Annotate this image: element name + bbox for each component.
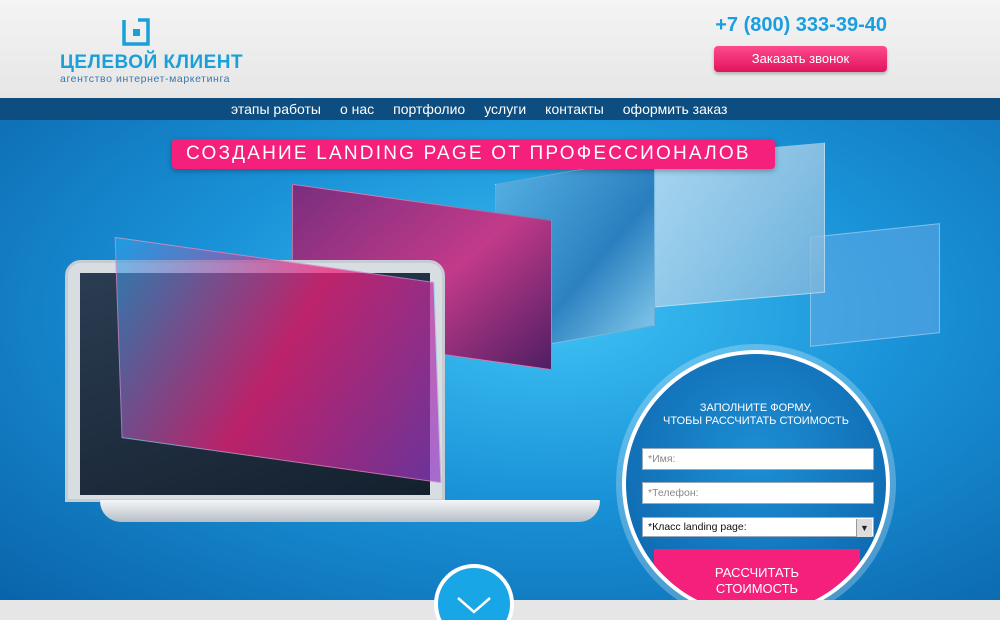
nav-item-order[interactable]: оформить заказ bbox=[623, 98, 728, 120]
phone-number[interactable]: +7 (800) 333-39-40 bbox=[715, 14, 887, 37]
phone-input[interactable]: *Телефон: bbox=[642, 482, 874, 504]
nav-list: этапы работы о нас портфолио услуги конт… bbox=[231, 98, 727, 120]
chevron-down-icon bbox=[457, 597, 491, 614]
nav-item-portfolio[interactable]: портфолио bbox=[393, 98, 465, 120]
order-call-button[interactable]: Заказать звонок bbox=[714, 46, 887, 72]
calculate-button[interactable]: РАССЧИТАТЬ СТОИМОСТЬ bbox=[654, 549, 860, 600]
laptop-base bbox=[100, 500, 600, 522]
select-arrow-icon[interactable]: ▼ bbox=[856, 519, 872, 537]
hero-section: СОЗДАНИЕ LANDING PAGE ОТ ПРОФЕССИОНАЛОВ … bbox=[0, 120, 1000, 600]
class-select[interactable]: *Класс landing page: ▼ bbox=[642, 517, 874, 537]
nav-item-stages[interactable]: этапы работы bbox=[231, 98, 321, 120]
scroll-down-button[interactable] bbox=[434, 564, 514, 620]
main-nav: этапы работы о нас портфолио услуги конт… bbox=[0, 98, 1000, 120]
class-select-value: *Класс landing page: bbox=[648, 521, 747, 533]
brand-tagline: агентство интернет-маркетинга bbox=[60, 73, 231, 85]
logo-mark-icon bbox=[122, 18, 150, 46]
name-input[interactable]: *Имя: bbox=[642, 448, 874, 470]
brand-name: ЦЕЛЕВОЙ КЛИЕНТ bbox=[60, 52, 244, 73]
form-heading-line2: ЧТОБЫ РАССЧИТАТЬ СТОИМОСТЬ bbox=[663, 415, 849, 427]
panel-far-right bbox=[810, 223, 940, 347]
hero-title: СОЗДАНИЕ LANDING PAGE ОТ ПРОФЕССИОНАЛОВ bbox=[172, 139, 775, 169]
nav-item-contacts[interactable]: контакты bbox=[545, 98, 604, 120]
logo[interactable]: ЦЕЛЕВОЙ КЛИЕНТ агентство интернет-маркет… bbox=[60, 14, 243, 86]
site-header: ЦЕЛЕВОЙ КЛИЕНТ агентство интернет-маркет… bbox=[0, 0, 1000, 98]
form-heading-line1: ЗАПОЛНИТЕ ФОРМУ, bbox=[699, 402, 813, 414]
calculate-button-line2: СТОИМОСТЬ bbox=[715, 581, 799, 596]
nav-item-services[interactable]: услуги bbox=[484, 98, 526, 120]
calc-form: ЗАПОЛНИТЕ ФОРМУ, ЧТОБЫ РАССЧИТАТЬ СТОИМО… bbox=[622, 350, 890, 600]
nav-item-about[interactable]: о нас bbox=[340, 98, 374, 120]
form-heading: ЗАПОЛНИТЕ ФОРМУ, ЧТОБЫ РАССЧИТАТЬ СТОИМО… bbox=[626, 402, 886, 428]
calculate-button-line1: РАССЧИТАТЬ bbox=[714, 565, 800, 580]
